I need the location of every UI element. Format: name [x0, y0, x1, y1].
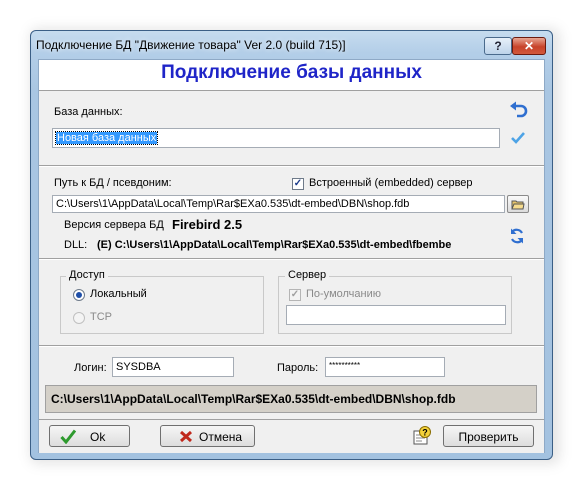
status-path-text: C:\Users\1\AppData\Local\Temp\Rar$EXa0.5…: [51, 392, 456, 406]
password-input[interactable]: **********: [325, 357, 445, 377]
separator: [39, 258, 544, 260]
access-local-radio[interactable]: [73, 289, 85, 301]
red-x-icon: [179, 430, 193, 443]
cancel-label: Отмена: [199, 430, 243, 444]
embedded-server-label: Встроенный (embedded) сервер: [309, 177, 473, 189]
server-version-label: Версия сервера БД: [64, 219, 164, 231]
access-tcp-radio[interactable]: [73, 312, 85, 324]
checkmark-icon[interactable]: [510, 130, 526, 146]
database-name-value: Новая база данных: [54, 131, 159, 145]
server-version-value: Firebird 2.5: [172, 217, 243, 232]
caption-close-button[interactable]: ✕: [512, 37, 546, 55]
caption-help-button[interactable]: ?: [484, 37, 512, 55]
login-label: Логин:: [74, 362, 107, 374]
access-group-label: Доступ: [66, 269, 108, 281]
header-title: Подключение базы данных: [161, 62, 422, 83]
server-default-checkbox[interactable]: ✓: [289, 289, 301, 301]
access-local-label: Локальный: [90, 288, 147, 300]
server-address-input[interactable]: [286, 305, 506, 325]
svg-text:?: ?: [422, 428, 428, 438]
undo-arrow-icon[interactable]: [509, 101, 529, 121]
ok-label: Ok: [90, 430, 106, 444]
server-default-label: По-умолчанию: [306, 288, 381, 300]
ok-button[interactable]: Ok: [49, 425, 130, 447]
database-name-input[interactable]: Новая база данных: [52, 128, 500, 148]
database-label: База данных:: [54, 106, 123, 118]
access-tcp-label: TCP: [90, 311, 112, 323]
password-label: Пароль:: [277, 362, 319, 374]
access-group: [60, 276, 264, 334]
browse-button[interactable]: [507, 195, 529, 213]
login-input[interactable]: SYSDBA: [112, 357, 234, 377]
help-question-icon[interactable]: ?: [412, 426, 432, 446]
separator: [39, 165, 544, 167]
path-label: Путь к БД / псевдоним:: [54, 177, 172, 189]
refresh-icon[interactable]: [508, 227, 526, 245]
dll-path-value: (E) C:\Users\1\AppData\Local\Temp\Rar$EX…: [97, 239, 452, 251]
open-folder-icon: [511, 200, 525, 210]
cancel-button[interactable]: Отмена: [160, 425, 255, 447]
server-group-label: Сервер: [285, 269, 330, 281]
check-button[interactable]: Проверить: [443, 425, 534, 447]
embedded-server-checkbox[interactable]: ✓: [292, 178, 304, 190]
db-path-input[interactable]: C:\Users\1\AppData\Local\Temp\Rar$EXa0.5…: [52, 195, 505, 213]
check-label: Проверить: [458, 430, 519, 444]
window-title: Подключение БД "Движение товара" Ver 2.0…: [36, 38, 346, 52]
green-check-icon: [60, 429, 76, 444]
dll-label: DLL:: [64, 239, 88, 251]
separator: [39, 345, 544, 347]
